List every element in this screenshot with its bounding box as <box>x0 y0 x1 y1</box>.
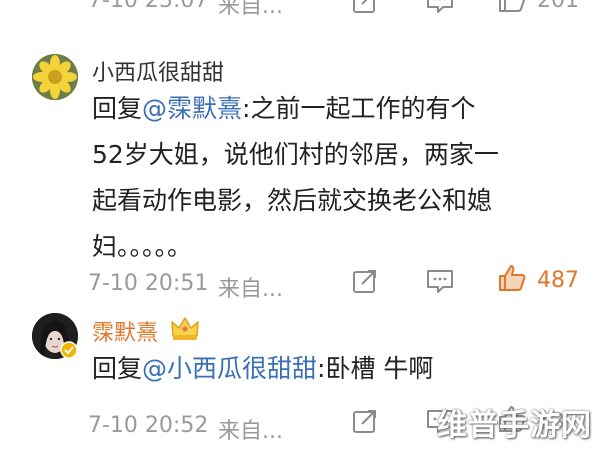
thumbs-up-icon[interactable] <box>497 0 527 14</box>
thumbs-up-icon[interactable] <box>497 263 527 293</box>
comment-body: 回复@小西瓜很甜甜:卧槽 牛啊 <box>92 346 572 392</box>
comment-line: 52岁大姐，说他们村的邻居，两家一 <box>92 140 499 169</box>
comment-source: 来自... <box>218 0 283 19</box>
mention-link[interactable]: @霂默熹 <box>142 94 242 123</box>
comment-text: :卧槽 牛啊 <box>317 354 434 383</box>
comment-line: 回复@霂默熹:之前一起工作的有个 <box>92 86 572 132</box>
comment-icon[interactable] <box>425 0 455 16</box>
comment-time: 7-10 20:51 <box>88 271 209 296</box>
comment-text: :之前一起工作的有个 <box>242 94 476 123</box>
comment-time: 7-10 20:52 <box>88 413 209 438</box>
avatar[interactable] <box>32 54 78 100</box>
verified-badge-icon <box>60 341 78 359</box>
comment-icon[interactable] <box>425 266 455 296</box>
share-icon[interactable] <box>350 266 380 296</box>
comment-line: 起看动作电影，然后就交换老公和媳 <box>92 186 493 215</box>
comment-body: 回复@霂默熹:之前一起工作的有个 52岁大姐，说他们村的邻居，两家一 起看动作电… <box>92 86 572 270</box>
sunflower-avatar-image <box>32 54 78 100</box>
mention-link[interactable]: @小西瓜很甜甜 <box>142 354 317 383</box>
reply-prefix: 回复 <box>92 354 143 383</box>
like-count: 487 <box>537 268 579 293</box>
comment-source: 来自... <box>218 419 283 444</box>
crown-icon <box>171 317 199 340</box>
share-icon[interactable] <box>350 0 380 16</box>
like-count: 201 <box>537 0 579 13</box>
reply-prefix: 回复 <box>92 94 143 123</box>
comment-username[interactable]: 霂默熹 <box>92 315 158 347</box>
watermark: 维普手游网 <box>437 408 592 443</box>
comment-username[interactable]: 小西瓜很甜甜 <box>92 55 224 87</box>
comment-source: 来自... <box>218 277 283 302</box>
comment-time: 7-10 23:07 <box>88 0 209 13</box>
share-icon[interactable] <box>350 406 380 436</box>
